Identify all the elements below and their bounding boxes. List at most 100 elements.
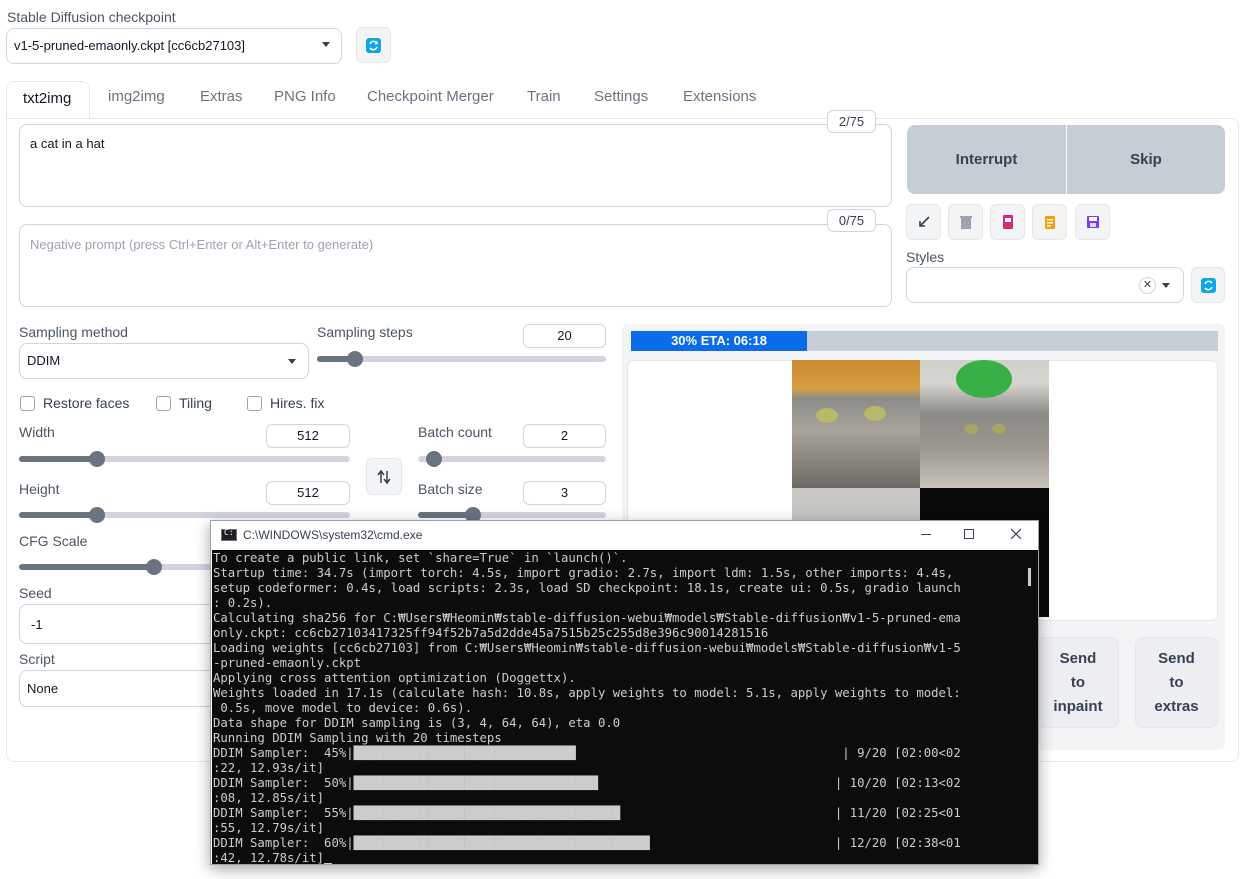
tab-train[interactable]: Train [527, 88, 561, 105]
width-label: Width [19, 424, 55, 440]
save-icon [1086, 216, 1099, 228]
script-value: None [27, 681, 59, 696]
tiling-checkbox[interactable] [156, 396, 171, 411]
refresh-icon [366, 37, 381, 53]
progress-bar: 30% ETA: 06:18 [631, 331, 1218, 351]
terminal-line: :08, 12.85s/it] [213, 791, 325, 805]
cat-eye [964, 424, 978, 434]
sampling-steps-slider[interactable] [317, 351, 606, 367]
tiling-label: Tiling [179, 395, 212, 411]
slider-fill [19, 564, 154, 570]
maximize-icon[interactable] [964, 529, 974, 539]
preview-image[interactable] [792, 360, 920, 488]
restore-faces-checkbox[interactable] [20, 396, 35, 411]
slider-thumb[interactable] [426, 451, 442, 467]
sampling-method-select[interactable]: DDIM [19, 343, 309, 379]
sampling-steps-input[interactable]: 20 [523, 324, 606, 348]
terminal-line: To create a public link, set `share=True… [213, 551, 628, 565]
refresh-checkpoint-button[interactable] [356, 27, 391, 63]
progress-text: 30% ETA: 06:18 [671, 333, 767, 348]
prompt-token-counter: 2/75 [827, 110, 876, 133]
seed-value: -1 [31, 617, 43, 632]
batch-count-slider[interactable] [418, 451, 606, 467]
arrow-diagonal-icon [918, 216, 930, 227]
prompt-input[interactable]: a cat in a hat [19, 124, 892, 207]
terminal-title: C:\WINDOWS\system32\cmd.exe [243, 528, 423, 542]
terminal-scrollbar[interactable] [1022, 550, 1038, 864]
tab-checkpoint-merger[interactable]: Checkpoint Merger [367, 88, 494, 105]
terminal-window[interactable]: C: C:\WINDOWS\system32\cmd.exe To create… [210, 520, 1039, 865]
button-line: extras [1154, 698, 1199, 715]
clear-styles-icon[interactable]: ✕ [1139, 277, 1156, 294]
terminal-line: DDIM Sampler: 50%|██████████████████████… [213, 776, 961, 790]
terminal-line: Weights loaded in 17.1s (calculate hash:… [213, 686, 961, 700]
apply-params-button[interactable] [906, 204, 941, 240]
preview-image[interactable] [920, 360, 1049, 488]
negative-prompt-input[interactable]: Negative prompt (press Ctrl+Enter or Alt… [19, 224, 892, 307]
batch-count-input[interactable]: 2 [523, 424, 606, 448]
height-input[interactable]: 512 [266, 481, 350, 505]
cfg-scale-label: CFG Scale [19, 533, 88, 549]
width-input[interactable]: 512 [266, 424, 350, 448]
chevron-down-icon [322, 42, 330, 47]
slider-fill [19, 456, 97, 462]
minimize-icon[interactable] [921, 534, 931, 535]
slider-thumb[interactable] [346, 351, 363, 367]
terminal-line: DDIM Sampler: 60%|██████████████████████… [213, 836, 961, 850]
terminal-output: To create a public link, set `share=True… [212, 550, 1022, 864]
batch-size-slider[interactable] [418, 507, 606, 523]
width-slider[interactable] [19, 451, 350, 467]
clear-prompt-button[interactable] [948, 204, 983, 240]
save-style-button[interactable] [1075, 204, 1110, 240]
tab-extensions[interactable]: Extensions [683, 88, 756, 105]
send-to-extras-button[interactable]: Send to extras [1135, 637, 1218, 728]
swap-vertical-icon [377, 469, 391, 484]
paste-style-button[interactable] [1032, 204, 1067, 240]
terminal-titlebar[interactable]: C: C:\WINDOWS\system32\cmd.exe [211, 521, 1038, 550]
slider-thumb[interactable] [146, 559, 162, 575]
slider-thumb[interactable] [88, 451, 105, 467]
slider-thumb[interactable] [88, 507, 105, 523]
swap-dimensions-button[interactable] [366, 458, 402, 495]
skip-button[interactable]: Skip [1067, 125, 1225, 194]
checkpoint-value: v1-5-pruned-emaonly.ckpt [cc6cb27103] [14, 38, 245, 53]
extra-networks-button[interactable] [990, 204, 1025, 240]
terminal-line: :42, 12.78s/it] [213, 851, 1022, 864]
terminal-line: -pruned-emaonly.ckpt [213, 656, 362, 670]
tab-txt2img[interactable]: txt2img [6, 81, 90, 119]
chevron-down-icon [1162, 283, 1170, 288]
terminal-cursor [324, 863, 333, 864]
batch-size-input[interactable]: 3 [523, 481, 606, 505]
terminal-line: Data shape for DDIM sampling is (3, 4, 6… [213, 716, 621, 730]
button-line: inpaint [1053, 698, 1103, 715]
terminal-line: only.ckpt: cc6cb27103417325ff94f52b7a5d2… [213, 626, 769, 640]
terminal-line: :55, 12.79s/it] [213, 821, 325, 835]
hires-fix-label: Hires. fix [270, 395, 325, 411]
styles-label: Styles [906, 249, 945, 265]
send-to-inpaint-button[interactable]: Send to inpaint [1037, 637, 1119, 728]
seed-label: Seed [19, 585, 52, 601]
card-icon [1002, 215, 1013, 229]
tab-png-info[interactable]: PNG Info [274, 88, 336, 105]
refresh-styles-button[interactable] [1191, 267, 1225, 303]
terminal-line: DDIM Sampler: 55%|██████████████████████… [213, 806, 961, 820]
tab-img2img[interactable]: img2img [108, 88, 165, 105]
script-label: Script [19, 651, 55, 667]
interrupt-button[interactable]: Interrupt [907, 125, 1066, 194]
close-icon[interactable] [1010, 528, 1022, 540]
button-line: to [1070, 674, 1086, 691]
height-slider[interactable] [19, 507, 350, 523]
button-line: Send [1059, 650, 1097, 667]
cmd-icon: C: [221, 528, 237, 541]
batch-count-label: Batch count [418, 424, 492, 440]
tab-settings[interactable]: Settings [594, 88, 648, 105]
trash-icon [959, 216, 972, 229]
slider-fill [19, 512, 97, 518]
terminal-line: Loading weights [cc6cb27103] from C:₩Use… [213, 641, 961, 655]
tab-extras[interactable]: Extras [200, 88, 243, 105]
button-line: to [1169, 674, 1184, 691]
hires-fix-checkbox[interactable] [247, 396, 262, 411]
scrollbar-thumb[interactable] [1028, 568, 1031, 586]
styles-select[interactable]: ✕ [906, 267, 1184, 303]
checkpoint-select[interactable]: v1-5-pruned-emaonly.ckpt [cc6cb27103] [6, 28, 342, 64]
